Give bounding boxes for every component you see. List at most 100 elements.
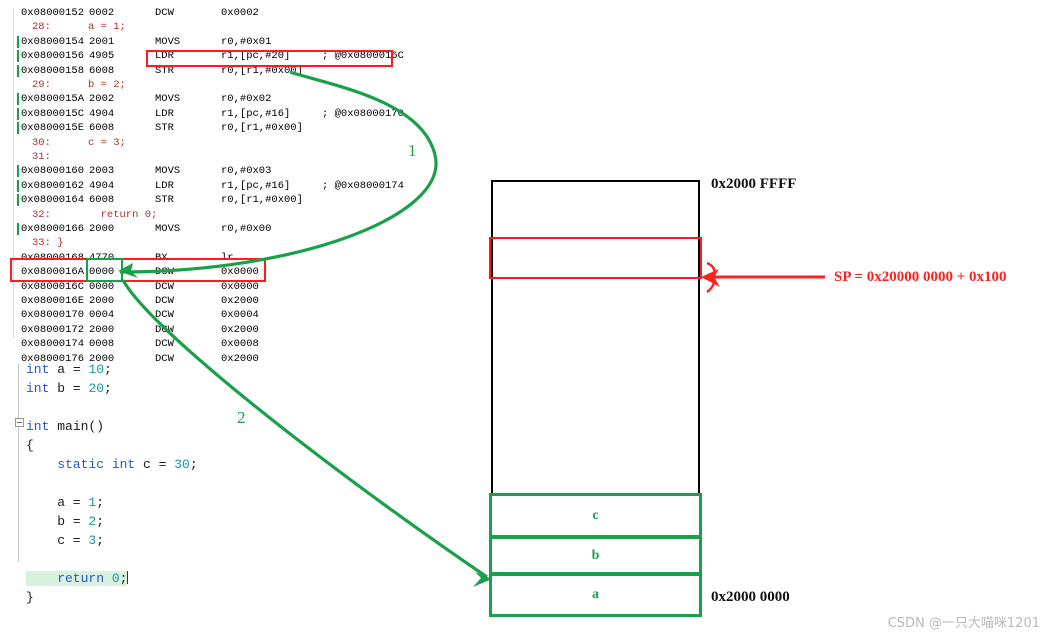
source-line-number: 29: <box>32 79 51 91</box>
screenshot-root: 0x08000152 0002 DCW 0x0002 28: a = 1; 0x080001… <box>0 0 1050 637</box>
annotation-number-2: 2 <box>237 408 246 427</box>
fold-collapse-icon[interactable] <box>15 418 24 427</box>
annotation-number-1: 1 <box>408 141 417 160</box>
instruction-mnemonic: DCW <box>155 323 174 336</box>
instruction-mnemonic: LDR <box>155 107 174 120</box>
c-source-token: ; <box>119 571 128 586</box>
instruction-mnemonic: MOVS <box>155 165 181 178</box>
source-line-number: 28: <box>32 21 51 34</box>
instruction-address: 0x08000170 <box>21 309 85 322</box>
memory-bottom-address-label: 0x2000 0000 <box>711 589 790 605</box>
instruction-operands: r0,[r1,#0x00] <box>221 122 303 135</box>
instruction-address: 0x08000158 <box>21 64 85 77</box>
instruction-marker <box>17 122 19 135</box>
instruction-opcode: 2003 <box>89 165 115 178</box>
source-line-text: c = 3; <box>88 136 126 149</box>
c-source-line[interactable]: int b = 20; <box>26 379 112 398</box>
source-line-number: 31: <box>32 151 51 163</box>
c-source-token: ; <box>96 533 105 548</box>
instruction-operands: r0,#0x02 <box>221 93 272 106</box>
instruction-address: 0x0800016E <box>21 295 85 307</box>
instruction-opcode: 0002 <box>89 7 115 19</box>
c-source-token: return <box>26 571 112 586</box>
c-source-line[interactable]: { <box>26 436 34 455</box>
stack-pointer-label: SP = 0x20000 0000 + 0x100 <box>834 269 1007 285</box>
instruction-opcode: 4904 <box>89 179 115 192</box>
instruction-address: 0x08000152 <box>21 7 85 19</box>
instruction-mnemonic: LDR <box>155 179 174 192</box>
instruction-opcode: 4905 <box>89 50 115 63</box>
c-source-pane[interactable]: int a = 10; int b = 20; int main(){ static… <box>0 360 320 605</box>
instruction-marker <box>17 107 19 120</box>
c-source-line[interactable]: int a = 10; <box>26 360 112 379</box>
instruction-operands: 0x0008 <box>221 338 259 351</box>
source-line-text: return 0; <box>88 208 158 221</box>
instruction-mnemonic: STR <box>155 194 174 207</box>
source-line-number: 32: <box>32 208 51 221</box>
c-source-token: 0 <box>111 571 120 586</box>
instruction-marker <box>17 50 19 63</box>
instruction-address: 0x0800015A <box>21 93 85 106</box>
instruction-opcode: 0004 <box>89 309 115 322</box>
c-source-token: static int <box>26 457 144 472</box>
c-source-token: ; <box>189 457 198 472</box>
instruction-operands: 0x2000 <box>221 295 259 307</box>
c-source-line[interactable]: } <box>26 588 34 607</box>
disassembly-gutter-line <box>13 8 14 338</box>
instruction-address: 0x08000162 <box>21 179 85 192</box>
c-source-token: ; <box>104 381 112 396</box>
instruction-address: 0x0800015E <box>21 122 85 135</box>
c-source-token: int <box>26 381 58 396</box>
instruction-address: 0x08000154 <box>21 35 85 48</box>
c-source-line[interactable]: b = 2; <box>26 512 104 531</box>
memory-cell-b: b <box>489 536 702 575</box>
instruction-address: 0x08000174 <box>21 338 85 351</box>
watermark-text: CSDN @一只大喵咪1201 <box>887 616 1040 631</box>
instruction-marker <box>17 179 19 192</box>
c-source-line[interactable]: return 0; <box>26 569 129 588</box>
instruction-mnemonic: DCW <box>155 338 174 351</box>
instruction-operands: r0,#0x01 <box>221 35 272 48</box>
instruction-operands: r0,#0x03 <box>221 165 272 178</box>
instruction-address: 0x08000160 <box>21 165 85 178</box>
instruction-marker <box>17 223 19 235</box>
c-source-token: } <box>26 590 34 605</box>
instruction-mnemonic: DCW <box>155 309 174 322</box>
memory-cell-a: a <box>489 573 702 617</box>
instruction-opcode: 2000 <box>89 323 115 336</box>
c-source-token: 10 <box>88 362 105 377</box>
source-line-text: b = 2; <box>88 79 126 91</box>
memory-cell-c: c <box>489 493 702 538</box>
instruction-opcode: 2000 <box>89 295 115 307</box>
memory-cell-b-label: b <box>591 547 600 563</box>
c-source-token: main() <box>57 419 105 434</box>
c-source-line[interactable]: static int c = 30; <box>26 455 198 474</box>
highlight-box-literal-hex <box>86 258 123 282</box>
instruction-opcode: 2002 <box>89 93 115 106</box>
instruction-marker <box>17 64 19 77</box>
c-source-token: c = <box>143 457 175 472</box>
c-source-token: ; <box>96 514 105 529</box>
c-source-token: int <box>26 419 58 434</box>
instruction-mnemonic: DCW <box>155 7 174 19</box>
c-source-line[interactable]: a = 1; <box>26 493 104 512</box>
instruction-marker <box>17 194 19 207</box>
instruction-opcode: 6008 <box>89 194 115 207</box>
instruction-operands: r0,#0x00 <box>221 223 272 235</box>
c-source-line[interactable]: c = 3; <box>26 531 104 550</box>
memory-top-address-label: 0x2000 FFFF <box>711 176 797 192</box>
instruction-opcode: 6008 <box>89 122 115 135</box>
instruction-address: 0x08000156 <box>21 50 85 63</box>
sp-pointer-arrow-tail2 <box>706 276 716 293</box>
instruction-opcode: 6008 <box>89 64 115 77</box>
c-source-token: int <box>26 362 58 377</box>
instruction-marker <box>17 35 19 48</box>
source-line-text: a = 1; <box>88 21 126 34</box>
c-source-line[interactable]: int main() <box>26 417 104 436</box>
c-source-token: b = <box>26 514 89 529</box>
instruction-operands: 0x0004 <box>221 309 259 322</box>
instruction-opcode: 0008 <box>89 338 115 351</box>
fold-guide-line <box>18 364 19 562</box>
instruction-mnemonic: MOVS <box>155 35 181 48</box>
instruction-opcode: 2000 <box>89 223 115 235</box>
